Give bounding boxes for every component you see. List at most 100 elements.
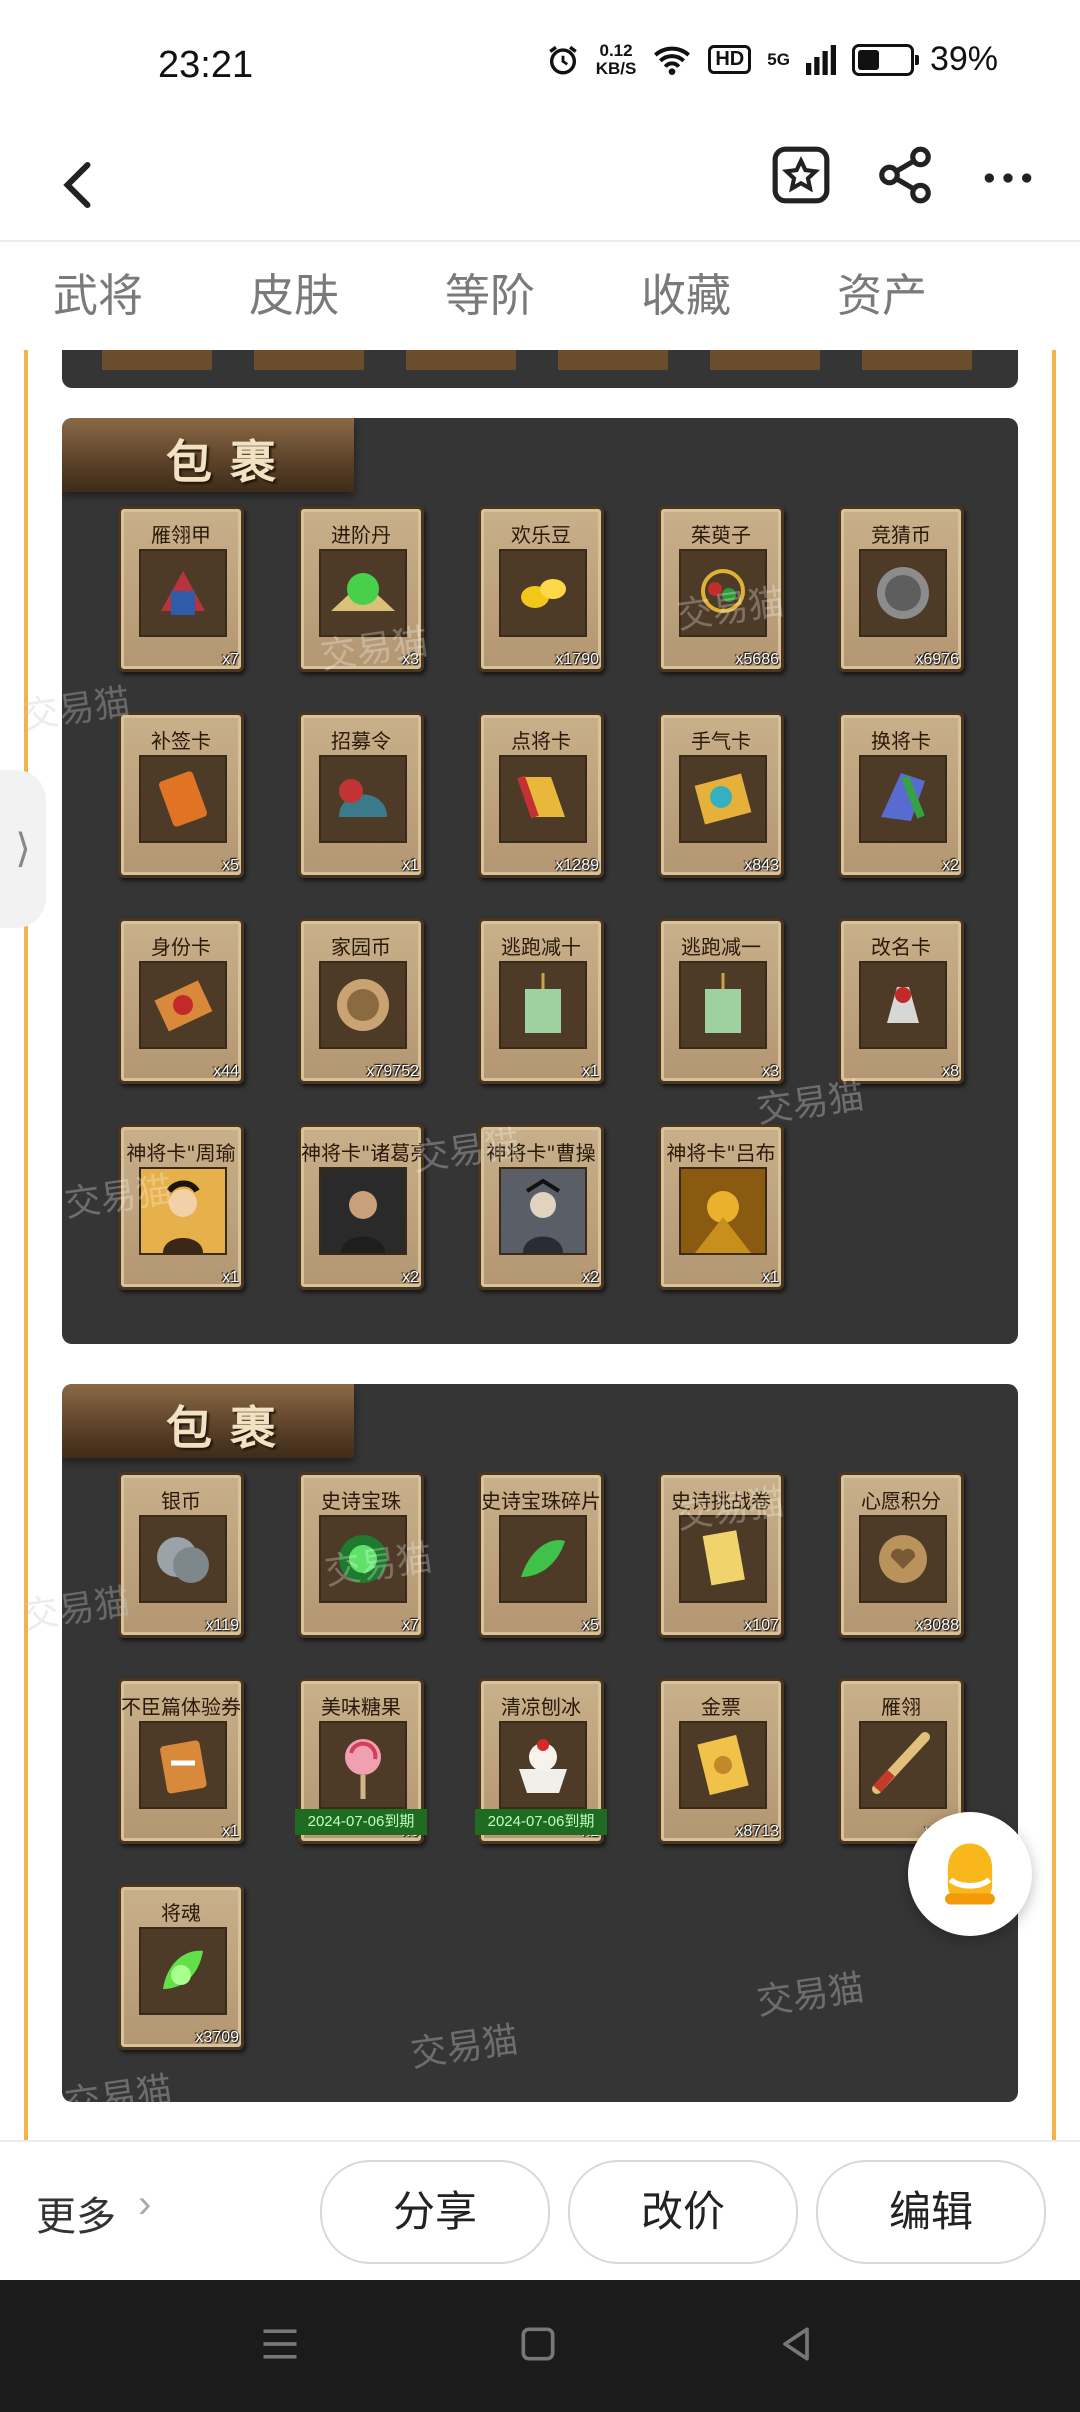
item-icon [499, 1721, 587, 1809]
item-name: 补签卡 [151, 729, 211, 753]
item-quantity: x5 [582, 1617, 599, 1634]
item-quantity: x3 [762, 1063, 779, 1080]
panel-title-banner: 包裹 [62, 1384, 354, 1458]
inventory-item[interactable]: 点将卡 x1289 [478, 712, 604, 878]
more-label[interactable]: 更多 [36, 2184, 116, 2242]
reprice-button[interactable]: 改价 [568, 2160, 798, 2264]
inventory-item[interactable]: 银币 x119 [118, 1472, 244, 1638]
signal-icon [805, 44, 836, 75]
tab-collection[interactable]: 收藏 [588, 242, 784, 350]
inventory-panel-1: 包裹 雁翎甲 x7 进阶丹 x3 欢乐豆 x1790 茱萸子 x5686 竞猜币 x6976 补签卡… [62, 418, 1018, 1344]
inventory-item[interactable]: 雁翎甲 x7 [118, 506, 244, 672]
item-name: 神将卡"周瑜 [126, 1141, 236, 1165]
item-icon [499, 1167, 587, 1255]
item-icon [679, 549, 767, 637]
inventory-item[interactable]: 美味糖果x62024-07-06到期 [295, 1678, 427, 1844]
item-quantity: x1 [762, 1269, 779, 1286]
item-quantity: x107 [744, 1617, 779, 1634]
item-name: 史诗宝珠碎片 [481, 1489, 601, 1513]
item-quantity: x79752 [366, 1063, 420, 1080]
item-name: 招募令 [331, 729, 391, 753]
inventory-item[interactable]: 逃跑减一 x3 [658, 918, 784, 1084]
inventory-item[interactable]: 招募令 x1 [298, 712, 424, 878]
more-dots-icon[interactable] [980, 150, 1036, 206]
home-square-icon[interactable] [516, 2322, 560, 2366]
item-name: 换将卡 [871, 729, 931, 753]
item-name: 神将卡"诸葛亮 [301, 1141, 421, 1165]
item-quantity: x3 [402, 651, 419, 668]
item-icon [139, 755, 227, 843]
item-quantity: x5686 [735, 651, 779, 668]
inventory-item[interactable]: 欢乐豆 x1790 [478, 506, 604, 672]
back-triangle-icon[interactable] [774, 2322, 818, 2366]
inventory-item[interactable]: 改名卡 x8 [838, 918, 964, 1084]
item-icon [319, 1515, 407, 1603]
item-icon [319, 549, 407, 637]
status-time: 23:21 [158, 44, 254, 86]
inventory-item[interactable]: 茱萸子 x5686 [658, 506, 784, 672]
tab-rank[interactable]: 等阶 [392, 242, 588, 350]
inventory-item[interactable]: 换将卡 x2 [838, 712, 964, 878]
inventory-item[interactable]: 补签卡 x5 [118, 712, 244, 878]
tab-generals[interactable]: 武将 [0, 242, 196, 350]
status-bar: 23:21 0.12 KB/S HD 5G 39% [0, 0, 1080, 130]
item-quantity: x1 [222, 1269, 239, 1286]
inventory-item[interactable]: 史诗宝珠碎片 x5 [478, 1472, 604, 1638]
inventory-item[interactable]: 神将卡"曹操 x2 [478, 1124, 604, 1290]
tab-skins[interactable]: 皮肤 [196, 242, 392, 350]
inventory-panel-2: 包裹 银币 x119 史诗宝珠 x7 史诗宝珠碎片 x5 史诗挑战卷 x107 心愿积分 x308… [62, 1384, 1018, 2102]
battery-icon [851, 43, 919, 76]
item-name: 逃跑减一 [681, 935, 761, 959]
item-icon [139, 1515, 227, 1603]
item-quantity: x7 [402, 1617, 419, 1634]
inventory-item[interactable]: 史诗挑战卷 x107 [658, 1472, 784, 1638]
inventory-item[interactable]: 手气卡 x843 [658, 712, 784, 878]
menu-lines-icon[interactable] [258, 2322, 302, 2366]
inventory-item[interactable]: 清凉刨冰x12024-07-06到期 [475, 1678, 607, 1844]
alarm-icon [548, 45, 577, 74]
item-icon [319, 1721, 407, 1809]
side-drawer-handle[interactable]: ⟩ [0, 770, 46, 928]
system-nav-bar [0, 2280, 1080, 2412]
item-quantity: x7 [222, 651, 239, 668]
wifi-icon [654, 46, 691, 75]
tab-assets[interactable]: 资产 [784, 242, 980, 350]
inventory-item[interactable]: 家园币 x79752 [298, 918, 424, 1084]
inventory-item[interactable]: 神将卡"周瑜 x1 [118, 1124, 244, 1290]
item-name: 竞猜币 [871, 523, 931, 547]
inventory-item[interactable]: 不臣篇体验券 x1 [118, 1678, 244, 1844]
inventory-item[interactable]: 神将卡"吕布 x1 [658, 1124, 784, 1290]
favorite-star-icon[interactable] [770, 144, 832, 206]
item-name: 进阶丹 [331, 523, 391, 547]
tab-bar: 武将 皮肤 等阶 收藏 资产 [0, 242, 1080, 350]
edit-button[interactable]: 编辑 [816, 2160, 1046, 2264]
inventory-item[interactable]: 将魂 x3709 [118, 1884, 244, 2050]
back-chevron-icon[interactable] [50, 150, 110, 220]
inventory-item[interactable]: 逃跑减十 x1 [478, 918, 604, 1084]
customer-service-icon [945, 1843, 995, 1905]
customer-service-button[interactable] [908, 1812, 1032, 1936]
item-quantity: x119 [205, 1617, 239, 1634]
item-expiry: 2024-07-06到期 [295, 1809, 427, 1835]
inventory-item[interactable]: 史诗宝珠 x7 [298, 1472, 424, 1638]
item-name: 清凉刨冰 [501, 1695, 581, 1719]
item-name: 史诗挑战卷 [671, 1489, 771, 1513]
item-icon [139, 1167, 227, 1255]
inventory-item[interactable]: 金票 x8713 [658, 1678, 784, 1844]
inventory-item[interactable]: 神将卡"诸葛亮 x2 [298, 1124, 424, 1290]
inventory-item[interactable]: 进阶丹 x3 [298, 506, 424, 672]
item-name: 美味糖果 [321, 1695, 401, 1719]
item-name: 神将卡"曹操 [486, 1141, 596, 1165]
inventory-item[interactable]: 身份卡 x44 [118, 918, 244, 1084]
share-icon[interactable] [874, 144, 936, 206]
item-icon [319, 1167, 407, 1255]
item-quantity: x2 [942, 857, 959, 874]
panel-title: 包裹 [166, 1401, 294, 1455]
inventory-item[interactable]: 心愿积分 x3088 [838, 1472, 964, 1638]
share-button[interactable]: 分享 [320, 2160, 550, 2264]
inventory-item[interactable]: 竞猜币 x6976 [838, 506, 964, 672]
item-quantity: x1 [402, 857, 419, 874]
item-icon [679, 1721, 767, 1809]
status-icons: 0.12 KB/S HD 5G 39% [546, 40, 998, 79]
item-quantity: x8713 [735, 1823, 779, 1840]
